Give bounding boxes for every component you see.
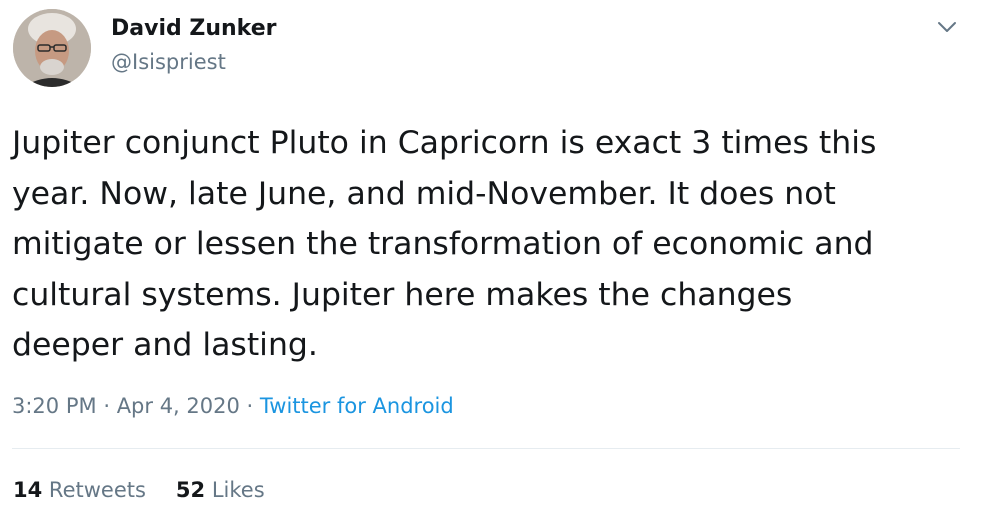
tweet-card: David Zunker @Isispriest Jupiter conjunc… — [0, 0, 996, 526]
author-name[interactable]: David Zunker — [111, 16, 276, 41]
tweet-source-link[interactable]: Twitter for Android — [260, 394, 454, 418]
meta-separator: · — [103, 394, 110, 418]
tweet-time[interactable]: 3:20 PM — [12, 394, 97, 418]
tweet-text-line: deeper and lasting. — [12, 327, 318, 363]
tweet-text: Jupiter conjunct Pluto in Capricorn is e… — [12, 118, 962, 371]
tweet-text-line: Jupiter conjunct Pluto in Capricorn is e… — [12, 125, 877, 161]
tweet-text-line: cultural systems. Jupiter here makes the… — [12, 276, 793, 313]
retweets-label: Retweets — [48, 478, 146, 502]
avatar-image — [13, 9, 91, 87]
divider — [12, 448, 960, 449]
retweets-count: 14 — [13, 478, 43, 502]
chevron-down-icon[interactable] — [934, 14, 960, 40]
author-handle[interactable]: @Isispriest — [111, 50, 226, 74]
likes-count: 52 — [175, 478, 206, 502]
tweet-meta: 3:20 PM · Apr 4, 2020 · Twitter for Andr… — [12, 394, 454, 418]
tweet-date[interactable]: Apr 4, 2020 — [117, 394, 240, 418]
tweet-stats: 14 Retweets 52 Likes — [13, 478, 265, 502]
tweet-text-line: mitigate or lessen the transformation of… — [12, 226, 874, 262]
likes-stat[interactable]: 52 Likes — [176, 478, 265, 502]
meta-separator: · — [246, 394, 254, 418]
tweet-text-line: year. Now, late June, and mid-November. … — [12, 175, 836, 212]
retweets-stat[interactable]: 14 Retweets — [13, 478, 146, 502]
likes-label: Likes — [211, 478, 265, 502]
avatar[interactable] — [13, 9, 91, 87]
